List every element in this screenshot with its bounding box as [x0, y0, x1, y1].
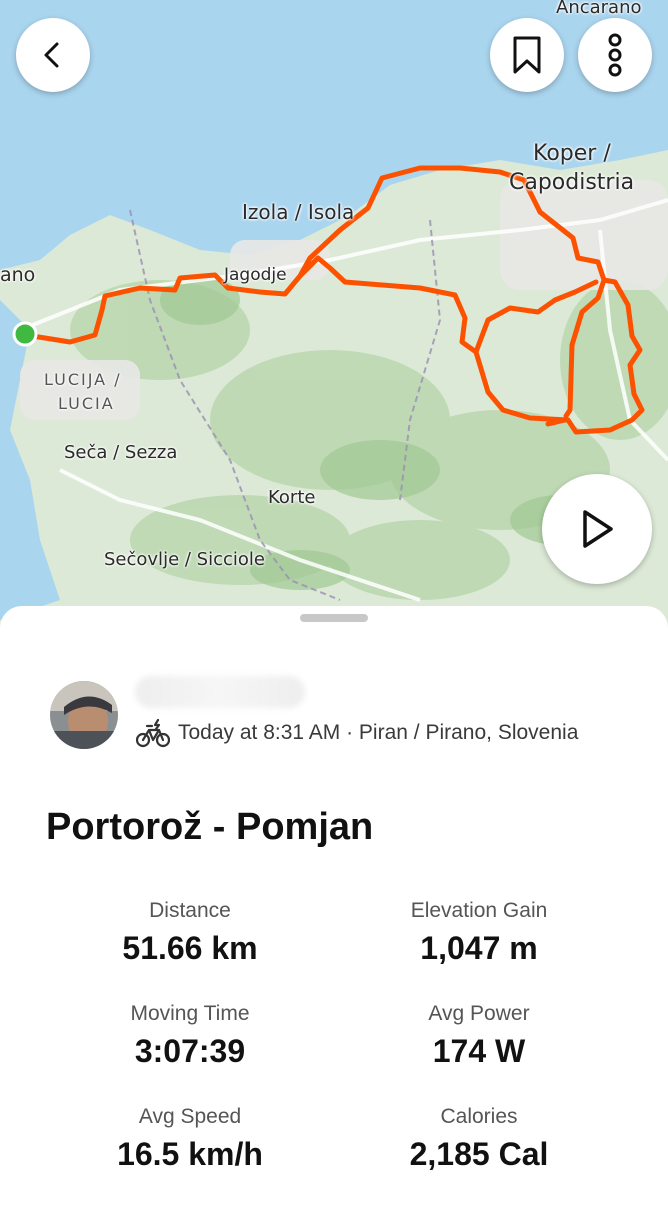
sheet-drag-handle[interactable] — [300, 614, 368, 622]
more-vertical-icon — [608, 33, 622, 77]
activity-title: Portorož - Pomjan — [46, 806, 374, 848]
more-options-button[interactable] — [578, 18, 652, 92]
activity-meta: Today at 8:31 AM · Piran / Pirano, Slove… — [136, 718, 578, 748]
map-label-piran: ano — [0, 264, 36, 286]
chevron-left-icon — [44, 42, 59, 68]
stat-avg-power: Avg Power 174 W — [329, 1001, 629, 1071]
e-bike-icon — [136, 718, 170, 748]
stat-value: 1,047 m — [420, 930, 538, 966]
activity-date-location: Today at 8:31 AM · Piran / Pirano, Slove… — [178, 721, 579, 744]
stat-calories: Calories 2,185 Cal — [329, 1104, 629, 1174]
avatar-photo — [50, 681, 118, 749]
stat-label: Avg Power — [428, 1002, 530, 1025]
stat-distance: Distance 51.66 km — [40, 898, 340, 968]
stat-label: Calories — [440, 1105, 518, 1128]
map-label-izola: Izola / Isola — [242, 200, 355, 224]
stat-label: Moving Time — [130, 1002, 250, 1025]
map-label-jagodje: Jagodje — [224, 265, 287, 285]
map-label-capodistria: Capodistria — [509, 170, 635, 195]
map-label-lucia: LUCIA — [58, 394, 115, 413]
stat-label: Elevation Gain — [410, 899, 548, 922]
route-map[interactable]: Ancarano Koper / Capodistria Izola / Iso… — [0, 0, 668, 640]
map-label-ancarano: Ancarano — [556, 0, 642, 18]
play-icon — [583, 510, 613, 548]
stat-moving-time: Moving Time 3:07:39 — [40, 1001, 340, 1071]
stat-elevation-gain: Elevation Gain 1,047 m — [329, 898, 629, 968]
activity-sheet: Today at 8:31 AM · Piran / Pirano, Slove… — [0, 606, 668, 1206]
map-label-secovlje: Sečovlje / Sicciole — [104, 549, 265, 570]
map-label-korte: Korte — [268, 487, 316, 508]
start-marker — [12, 321, 38, 347]
back-button[interactable] — [16, 18, 90, 92]
bookmark-button[interactable] — [490, 18, 564, 92]
stat-value: 3:07:39 — [134, 1033, 246, 1069]
bookmark-icon — [513, 36, 541, 74]
stat-label: Distance — [149, 899, 231, 922]
stat-avg-speed: Avg Speed 16.5 km/h — [40, 1104, 340, 1174]
stat-value: 2,185 Cal — [409, 1136, 549, 1172]
athlete-name-redacted — [135, 676, 305, 708]
athlete-avatar[interactable] — [50, 681, 118, 749]
stat-value: 16.5 km/h — [117, 1136, 263, 1172]
map-label-lucija: LUCIJA / — [44, 370, 122, 389]
map-label-seca: Seča / Sezza — [64, 442, 178, 463]
stat-value: 174 W — [432, 1033, 526, 1069]
play-flyover-button[interactable] — [542, 474, 652, 584]
map-label-koper: Koper / — [533, 141, 611, 166]
stat-label: Avg Speed — [138, 1105, 242, 1128]
stat-value: 51.66 km — [122, 930, 258, 966]
